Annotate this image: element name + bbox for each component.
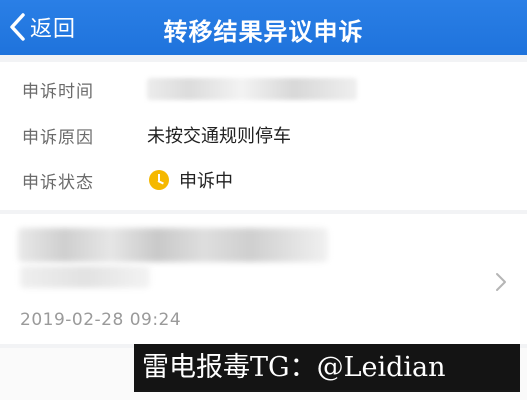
appeal-details-card: 申诉时间 申诉原因 未按交通规则停车 申诉状态 申诉中 bbox=[0, 62, 527, 210]
watermark-caption: 雷电报毒TG：@Leidian bbox=[134, 344, 520, 392]
appeal-status-row: 申诉状态 申诉中 bbox=[0, 160, 527, 200]
appeal-time-row: 申诉时间 bbox=[0, 69, 527, 109]
record-datetime: 2019-02-28 09:24 bbox=[20, 310, 182, 330]
redacted-text bbox=[18, 228, 328, 262]
record-item[interactable]: 2019-02-28 09:24 bbox=[0, 214, 527, 344]
appeal-reason-value: 未按交通规则停车 bbox=[147, 126, 291, 147]
appeal-status-label: 申诉状态 bbox=[22, 172, 94, 193]
redacted-blur bbox=[147, 78, 357, 100]
clock-icon bbox=[149, 170, 169, 190]
appeal-status: 申诉中 bbox=[147, 167, 233, 193]
chevron-right-icon bbox=[495, 272, 507, 296]
appeal-time-label: 申诉时间 bbox=[22, 81, 94, 102]
appeal-status-value: 申诉中 bbox=[179, 171, 233, 192]
appeal-reason-row: 申诉原因 未按交通规则停车 bbox=[0, 115, 527, 155]
appeal-time-value-redacted bbox=[147, 78, 357, 100]
nav-bar: 返回 转移结果异议申诉 bbox=[0, 0, 527, 55]
appeal-reason-label: 申诉原因 bbox=[22, 127, 94, 148]
page-title: 转移结果异议申诉 bbox=[163, 18, 364, 46]
redacted-text bbox=[20, 266, 150, 288]
